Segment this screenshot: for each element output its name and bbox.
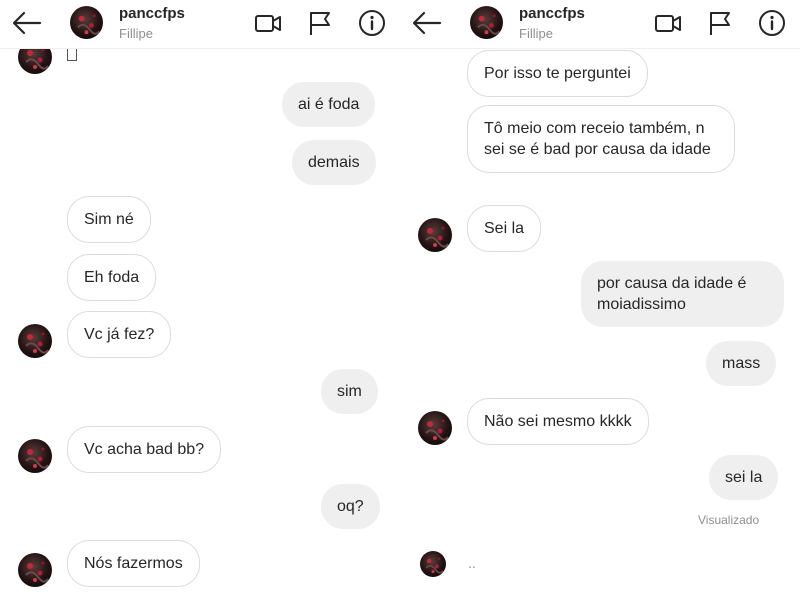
video-call-icon[interactable] [254, 9, 282, 37]
message-bubble-incoming[interactable]: Vc já fez? [67, 311, 172, 358]
unsupported-glyph [67, 48, 77, 61]
message-bubble-outgoing[interactable]: oq? [321, 484, 380, 529]
flag-icon[interactable] [706, 9, 734, 37]
info-icon[interactable] [758, 9, 786, 37]
chat-username[interactable]: panccfps [519, 5, 585, 22]
chat-header: panccfps Fillipe [400, 0, 800, 49]
message-bubble-outgoing[interactable]: ai é foda [282, 82, 376, 127]
avatar [420, 551, 446, 577]
back-arrow-icon[interactable] [10, 8, 44, 38]
avatar [418, 218, 452, 252]
message-bubble-outgoing[interactable]: demais [292, 140, 376, 185]
message-bubble-incoming[interactable]: Não sei mesmo kkkk [467, 398, 649, 445]
info-icon[interactable] [358, 9, 386, 37]
avatar[interactable] [470, 6, 503, 39]
message-bubble-outgoing[interactable]: por causa da idade é moiadissimo [581, 261, 784, 327]
message-bubble-incoming[interactable]: Eh foda [67, 254, 157, 301]
message-bubble-incoming[interactable]: Vc acha bad bb? [67, 426, 222, 473]
flag-icon[interactable] [306, 9, 334, 37]
typing-indicator: .. [468, 555, 476, 571]
message-bubble-incoming[interactable]: Tô meio com receio também, n sei se é ba… [467, 105, 735, 173]
avatar [18, 553, 52, 587]
message-bubble-incoming[interactable]: Nós fazermos [67, 540, 200, 587]
back-arrow-icon[interactable] [410, 8, 444, 38]
message-bubble-outgoing[interactable]: sei la [709, 455, 779, 500]
chat-subtitle: Fillipe [519, 26, 553, 41]
message-bubble-incoming[interactable]: Sim né [67, 196, 151, 243]
seen-status: Visualizado [698, 513, 760, 527]
message-bubble-incoming[interactable]: Por isso te perguntei [467, 50, 648, 97]
video-call-icon[interactable] [654, 9, 682, 37]
message-bubble-outgoing[interactable]: mass [706, 341, 777, 386]
message-bubble-outgoing[interactable]: sim [321, 369, 378, 414]
avatar [418, 411, 452, 445]
avatar [18, 324, 52, 358]
chat-subtitle: Fillipe [119, 26, 153, 41]
avatar[interactable] [70, 6, 103, 39]
chat-panel-right: panccfps Fillipe Por isso te perguntei T… [400, 0, 800, 599]
chat-username[interactable]: panccfps [119, 5, 185, 22]
chat-panel-left: panccfps Fillipe ai é foda demais Sim né… [0, 0, 400, 599]
message-bubble-incoming[interactable]: Sei la [467, 205, 542, 252]
avatar [18, 439, 52, 473]
chat-header: panccfps Fillipe [0, 0, 400, 49]
